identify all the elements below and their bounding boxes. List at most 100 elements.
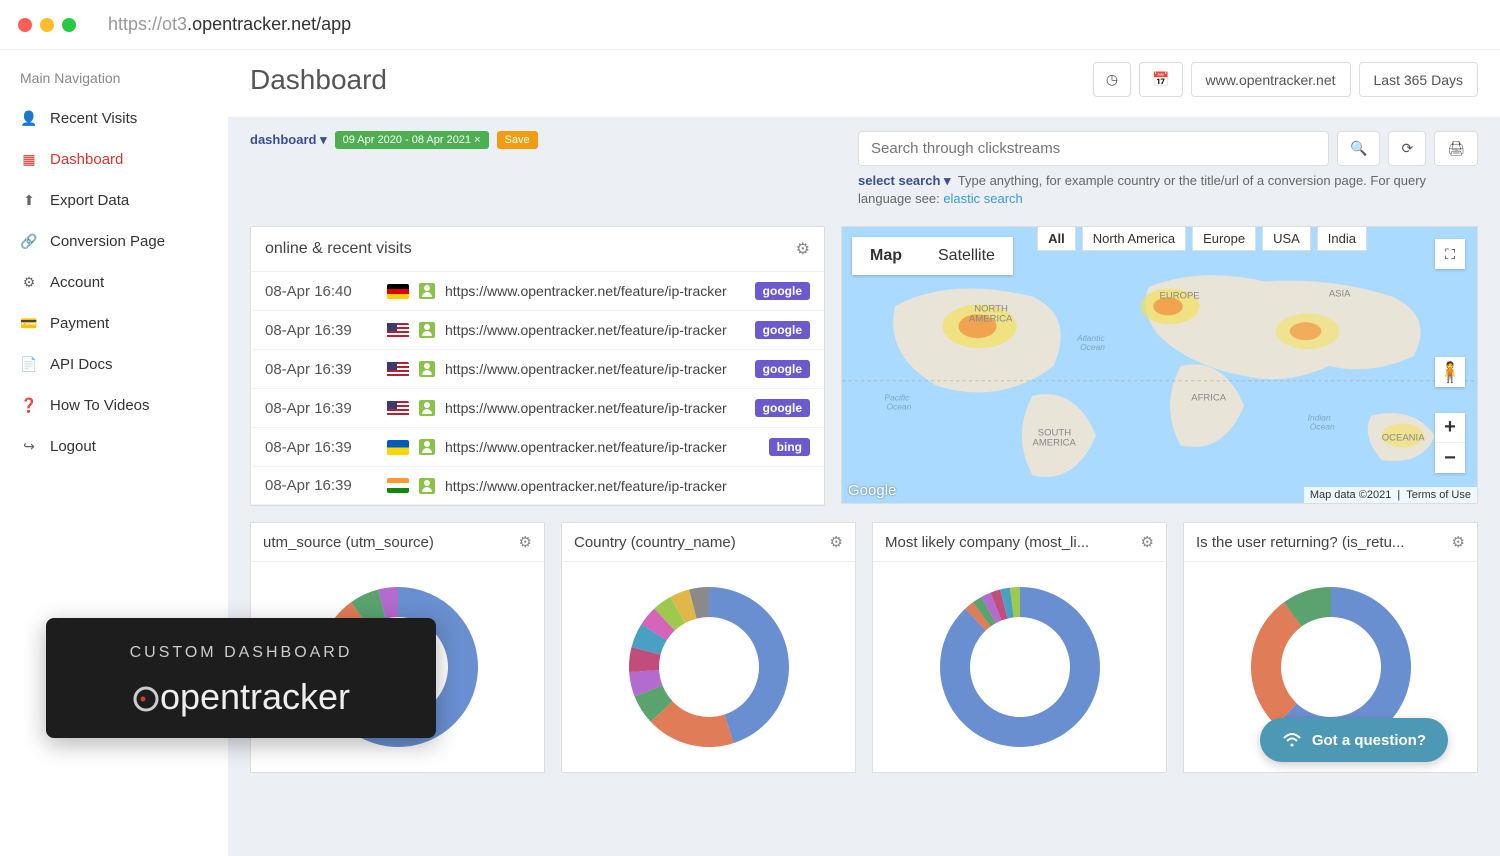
calendar-button[interactable]: 📅: [1139, 62, 1182, 97]
date-range-button[interactable]: Last 365 Days: [1359, 62, 1479, 97]
visit-time: 08-Apr 16:40: [265, 283, 377, 300]
clock-button[interactable]: ◷: [1093, 62, 1131, 97]
chart-title: Most likely company (most_li...: [885, 534, 1089, 551]
donut-chart: [609, 567, 809, 767]
svg-text:Indian: Indian: [1308, 414, 1331, 423]
svg-text:Ocean: Ocean: [1310, 423, 1335, 432]
visits-panel-settings-icon[interactable]: ⚙: [796, 239, 810, 259]
map-zoom-controls: + −: [1435, 413, 1465, 473]
site-selector[interactable]: www.opentracker.net: [1191, 62, 1351, 97]
chart-panel: Country (country_name) ⚙: [561, 522, 856, 773]
refresh-button[interactable]: ⟳: [1388, 131, 1426, 166]
header-controls: ◷ 📅 www.opentracker.net Last 365 Days: [1093, 62, 1478, 97]
minimize-window-icon[interactable]: [40, 18, 54, 32]
sidebar-item-label: Payment: [50, 315, 109, 332]
svg-text:SOUTH: SOUTH: [1038, 428, 1071, 438]
visit-row[interactable]: 08-Apr 16:39 https://www.opentracker.net…: [251, 467, 824, 505]
visit-row[interactable]: 08-Apr 16:39 https://www.opentracker.net…: [251, 389, 824, 428]
sidebar-title: Main Navigation: [0, 64, 228, 98]
sidebar-item-label: Conversion Page: [50, 233, 165, 250]
region-tab-all[interactable]: All: [1037, 226, 1076, 251]
chart-title: utm_source (utm_source): [263, 534, 434, 551]
svg-text:NORTH: NORTH: [974, 304, 1008, 314]
visit-time: 08-Apr 16:39: [265, 477, 377, 494]
zoom-out-button[interactable]: −: [1435, 443, 1465, 473]
sidebar-item-recent-visits[interactable]: 👤Recent Visits: [0, 98, 228, 139]
chart-settings-icon[interactable]: ⚙: [1141, 533, 1154, 551]
source-badge: google: [755, 321, 810, 339]
close-window-icon[interactable]: [18, 18, 32, 32]
sidebar-item-label: Dashboard: [50, 151, 123, 168]
svg-text:Ocean: Ocean: [1080, 344, 1105, 353]
streetview-pegman-icon[interactable]: 🧍: [1435, 357, 1465, 387]
flag-us-icon: [387, 362, 409, 377]
toolbar: dashboard ▾ 09 Apr 2020 - 08 Apr 2021 × …: [228, 117, 1500, 216]
sidebar-item-export-data[interactable]: ⬆Export Data: [0, 180, 228, 221]
chart-header: Most likely company (most_li... ⚙: [873, 523, 1166, 562]
chart-panel: Most likely company (most_li... ⚙: [872, 522, 1167, 773]
visitor-icon: [419, 478, 435, 494]
visit-url: https://www.opentracker.net/feature/ip-t…: [445, 400, 745, 416]
help-bubble[interactable]: Got a question?: [1260, 718, 1448, 762]
svg-text:Pacific: Pacific: [884, 394, 909, 403]
svg-text:AMERICA: AMERICA: [1033, 438, 1077, 448]
visit-row[interactable]: 08-Apr 16:39 https://www.opentracker.net…: [251, 428, 824, 467]
map-fullscreen-button[interactable]: ⛶: [1435, 239, 1465, 269]
date-range-badge[interactable]: 09 Apr 2020 - 08 Apr 2021 ×: [335, 131, 489, 149]
region-tab-india[interactable]: India: [1317, 226, 1367, 251]
donut-chart: [920, 567, 1120, 767]
source-badge: bing: [769, 438, 810, 456]
elastic-search-link[interactable]: elastic search: [943, 191, 1022, 206]
chart-settings-icon[interactable]: ⚙: [830, 533, 843, 551]
question-icon: ❓: [20, 397, 38, 414]
sidebar-item-label: API Docs: [50, 356, 113, 373]
zoom-in-button[interactable]: +: [1435, 413, 1465, 443]
map-panel[interactable]: NORTH AMERICA EUROPE ASIA AFRICA SOUTH A…: [841, 226, 1478, 504]
select-search-link[interactable]: select search ▾: [858, 173, 951, 188]
sidebar-item-payment[interactable]: 💳Payment: [0, 303, 228, 344]
visit-row[interactable]: 08-Apr 16:40 https://www.opentracker.net…: [251, 272, 824, 311]
flag-us-icon: [387, 401, 409, 416]
gear-icon: ⚙: [20, 274, 38, 291]
map-tab-satellite[interactable]: Satellite: [920, 237, 1013, 275]
dashboard-dropdown[interactable]: dashboard ▾: [250, 132, 327, 148]
refresh-icon: ⟳: [1401, 140, 1413, 157]
toolbar-right: 🔍 ⟳ 🖨 select search ▾ Type anything, for…: [858, 131, 1478, 208]
save-button[interactable]: Save: [497, 131, 538, 149]
chart-body: [562, 562, 855, 772]
visitor-icon: [419, 322, 435, 338]
sidebar-item-account[interactable]: ⚙Account: [0, 262, 228, 303]
grid-icon: ▦: [20, 151, 38, 168]
search-icon: 🔍: [1350, 140, 1367, 157]
flag-de-icon: [387, 284, 409, 299]
sidebar-item-dashboard[interactable]: ▦ Dashboard: [0, 139, 228, 180]
sidebar-item-how-to-videos[interactable]: ❓How To Videos: [0, 385, 228, 426]
address-bar[interactable]: https://ot3.opentracker.net/app: [108, 14, 351, 35]
visit-row[interactable]: 08-Apr 16:39 https://www.opentracker.net…: [251, 350, 824, 389]
svg-text:ASIA: ASIA: [1329, 289, 1352, 299]
visit-url: https://www.opentracker.net/feature/ip-t…: [445, 439, 759, 455]
sidebar-item-label: Logout: [50, 438, 96, 455]
sidebar-item-logout[interactable]: ↪Logout: [0, 426, 228, 467]
page-title: Dashboard: [250, 64, 387, 96]
print-button[interactable]: 🖨: [1434, 131, 1478, 166]
page-header: Dashboard ◷ 📅 www.opentracker.net Last 3…: [228, 50, 1500, 117]
sidebar-item-conversion-page[interactable]: 🔗Conversion Page: [0, 221, 228, 262]
chart-settings-icon[interactable]: ⚙: [519, 533, 532, 551]
chart-header: Is the user returning? (is_retu... ⚙: [1184, 523, 1477, 562]
file-icon: 📄: [20, 356, 38, 373]
map-tab-map[interactable]: Map: [852, 237, 920, 275]
region-tab-usa[interactable]: USA: [1262, 226, 1311, 251]
visitor-icon: [419, 439, 435, 455]
maximize-window-icon[interactable]: [62, 18, 76, 32]
terms-link[interactable]: Terms of Use: [1406, 489, 1471, 501]
svg-text:Ocean: Ocean: [886, 403, 911, 412]
chart-title: Country (country_name): [574, 534, 736, 551]
sidebar-item-api-docs[interactable]: 📄 API Docs: [0, 344, 228, 385]
chart-settings-icon[interactable]: ⚙: [1452, 533, 1465, 551]
search-button[interactable]: 🔍: [1337, 131, 1380, 166]
search-input[interactable]: [858, 131, 1329, 166]
visit-row[interactable]: 08-Apr 16:39 https://www.opentracker.net…: [251, 311, 824, 350]
region-tab-europe[interactable]: Europe: [1192, 226, 1256, 251]
region-tab-north-america[interactable]: North America: [1082, 226, 1186, 251]
